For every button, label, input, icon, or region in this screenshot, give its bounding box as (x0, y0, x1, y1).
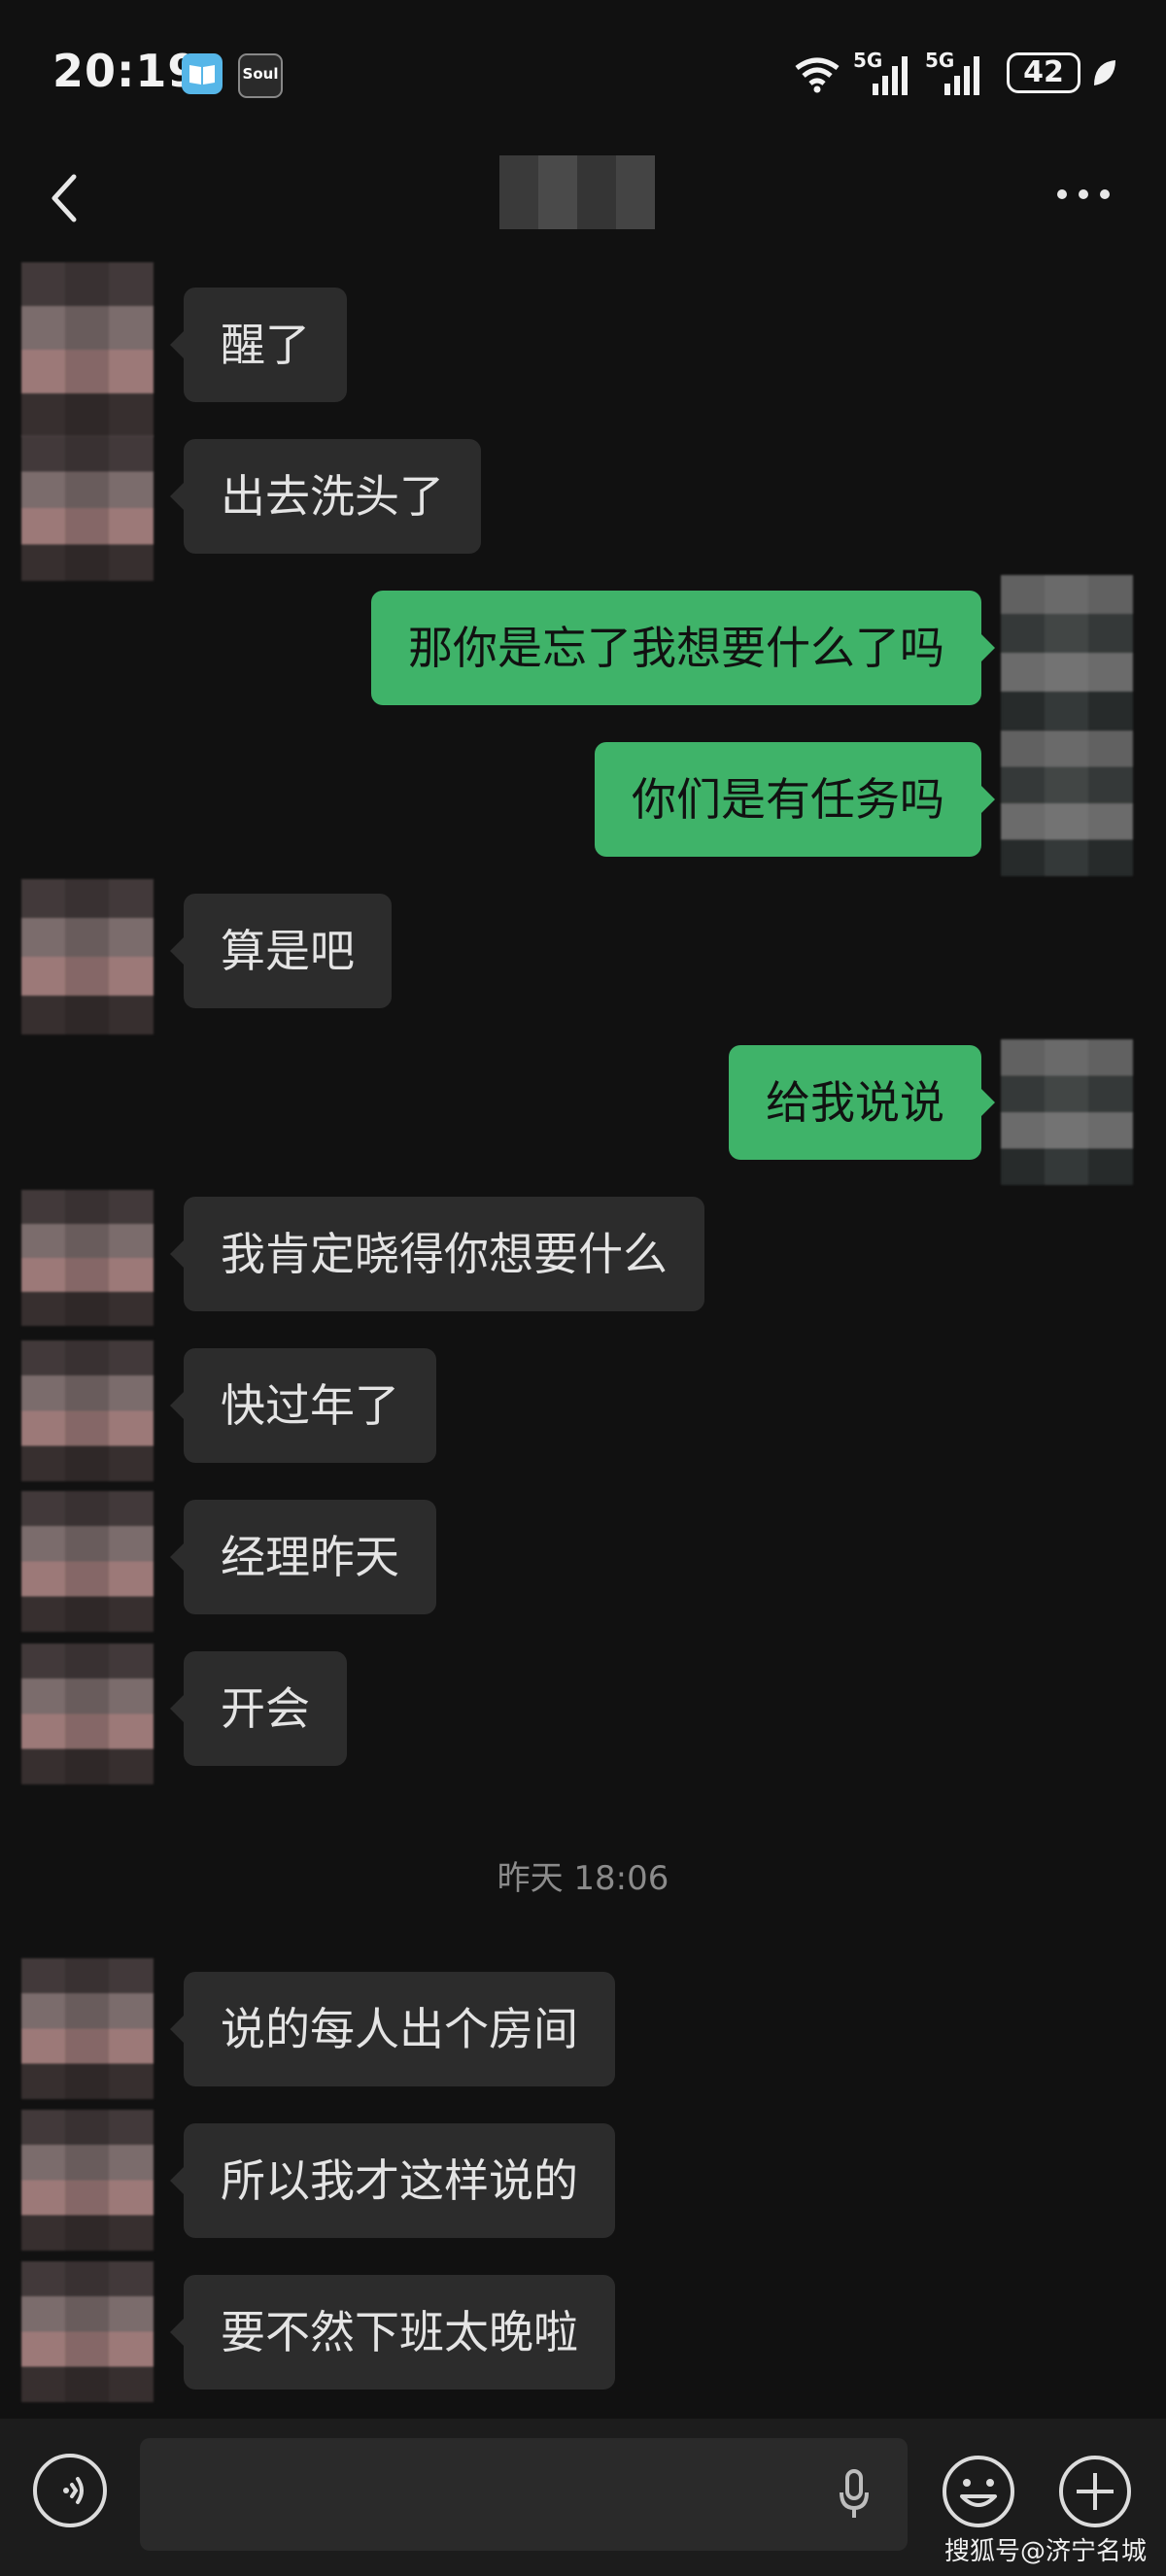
contact-avatar[interactable] (21, 1644, 154, 1784)
message-bubble-incoming[interactable]: 要不然下班太晚啦 (170, 2275, 615, 2390)
leaf-icon (1092, 58, 1117, 87)
message-bubble-outgoing[interactable]: 那你是忘了我想要什么了吗 (371, 591, 995, 705)
microphone-icon[interactable] (838, 2467, 871, 2522)
battery-indicator: 42 (1007, 52, 1080, 93)
soul-app-icon: Soul (238, 53, 283, 98)
watermark: 搜狐号@济宁名城 (944, 2537, 1148, 2566)
contact-avatar[interactable] (21, 262, 154, 437)
contact-avatar[interactable] (21, 2110, 154, 2251)
message-bubble-incoming[interactable]: 算是吧 (170, 894, 392, 1008)
message-bubble-incoming[interactable]: 快过年了 (170, 1348, 436, 1463)
message-bubble-incoming[interactable]: 开会 (170, 1651, 347, 1766)
emoji-icon[interactable] (941, 2454, 1016, 2529)
voice-toggle-icon[interactable] (33, 2454, 107, 2527)
message-bubble-incoming[interactable]: 经理昨天 (170, 1500, 436, 1614)
my-avatar[interactable] (1001, 1039, 1133, 1185)
contact-avatar[interactable] (21, 1958, 154, 2099)
contact-avatar[interactable] (21, 1340, 154, 1481)
chevron-left-icon[interactable] (43, 167, 89, 229)
signal-bars-2-icon (944, 56, 981, 95)
message-bubble-incoming[interactable]: 出去洗头了 (170, 439, 481, 554)
contact-avatar[interactable] (21, 2261, 154, 2402)
book-app-icon (182, 53, 223, 94)
message-bubble-incoming[interactable]: 我肯定晓得你想要什么 (170, 1197, 704, 1311)
signal-bars-1-icon (873, 56, 909, 95)
plus-icon[interactable] (1057, 2454, 1133, 2529)
message-bubble-incoming[interactable]: 醒了 (170, 288, 347, 402)
contact-name-blurred (499, 155, 655, 229)
message-input[interactable] (140, 2438, 908, 2551)
contact-avatar[interactable] (21, 1491, 154, 1632)
contact-avatar[interactable] (21, 435, 154, 581)
clock: 20:19 (52, 45, 200, 97)
message-bubble-outgoing[interactable]: 你们是有任务吗 (595, 742, 995, 857)
more-dots-icon[interactable] (1057, 189, 1110, 205)
message-bubble-incoming[interactable]: 所以我才这样说的 (170, 2123, 615, 2238)
wifi-icon (793, 54, 841, 93)
message-timestamp: 昨天 18:06 (497, 1859, 669, 1898)
my-avatar[interactable] (1001, 575, 1133, 730)
contact-avatar[interactable] (21, 879, 154, 1034)
contact-avatar[interactable] (21, 1190, 154, 1326)
my-avatar[interactable] (1001, 730, 1133, 876)
message-bubble-outgoing[interactable]: 给我说说 (729, 1045, 995, 1160)
status-bar: 20:19 Soul 5G 5G 42 (0, 0, 1166, 146)
message-bubble-incoming[interactable]: 说的每人出个房间 (170, 1972, 615, 2086)
